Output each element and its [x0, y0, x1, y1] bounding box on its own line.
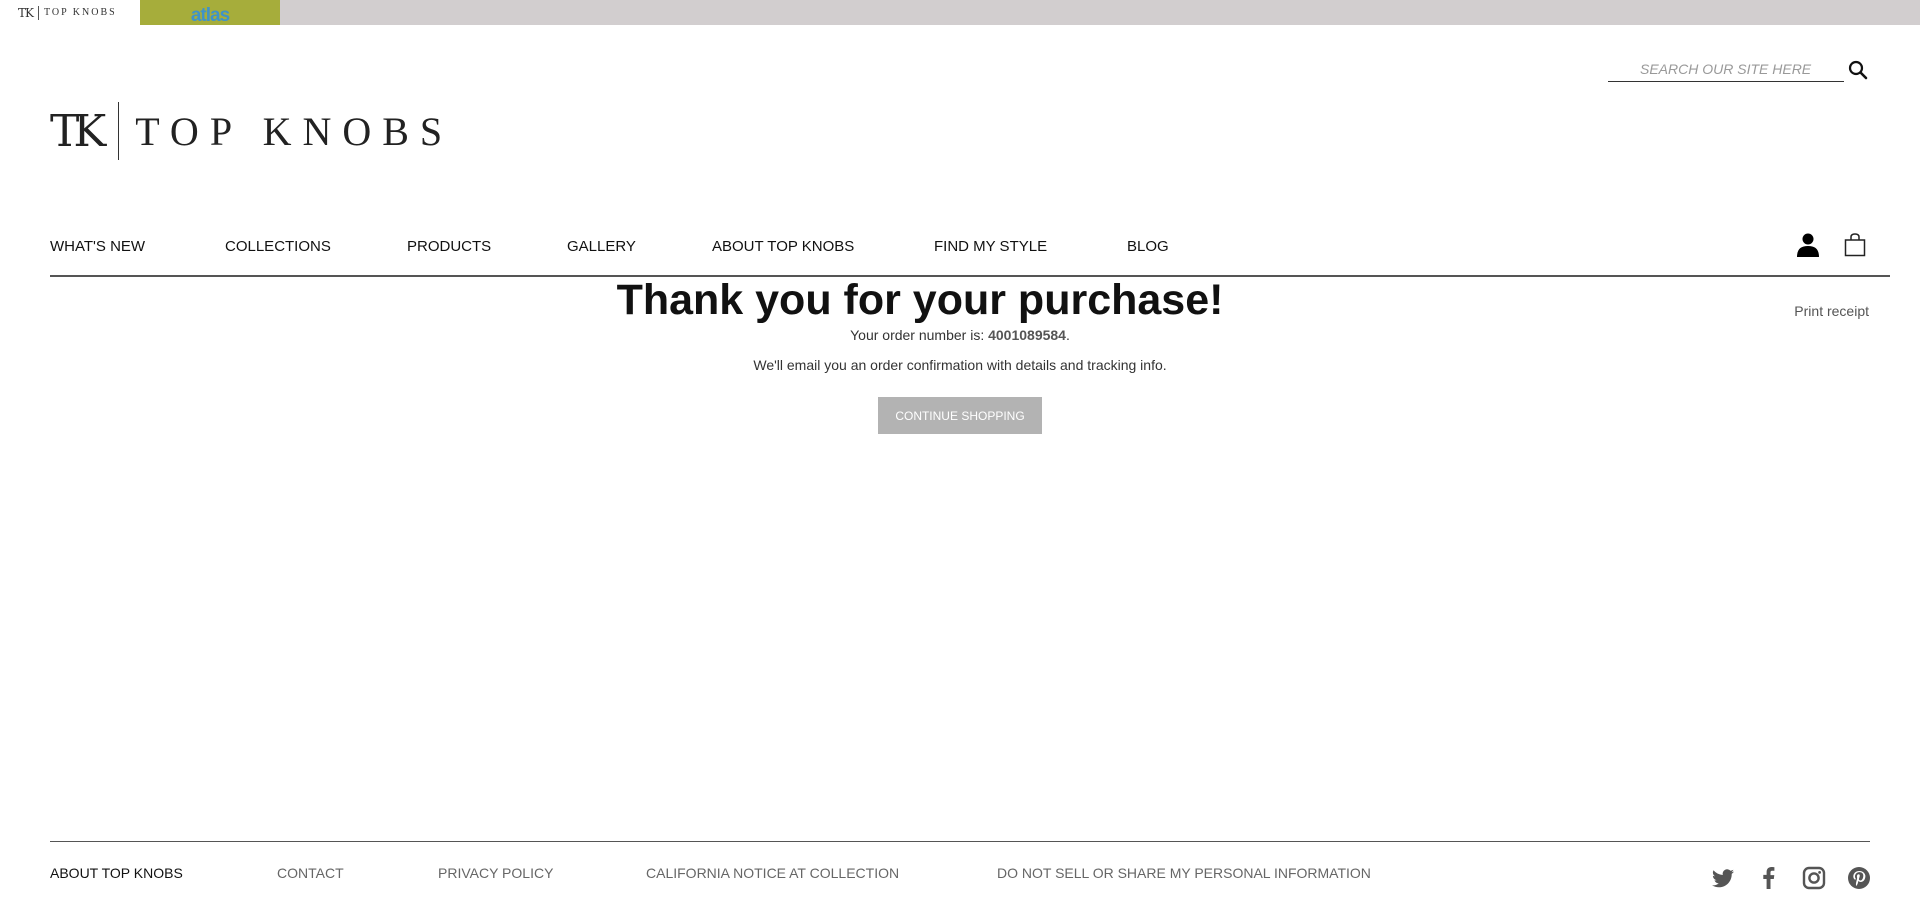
site-logo[interactable]: TK TOP KNOBS: [50, 102, 453, 160]
footer-link-california-notice[interactable]: CALIFORNIA NOTICE AT COLLECTION: [646, 865, 899, 881]
atlas-wordmark: atlas: [190, 5, 230, 26]
topknobs-strip-wordmark: TOP KNOBS: [43, 7, 117, 18]
pinterest-icon[interactable]: [1847, 866, 1871, 890]
nav-item-gallery[interactable]: GALLERY: [567, 238, 636, 255]
footer-link-privacy[interactable]: PRIVACY POLICY: [438, 865, 553, 881]
order-number-line: Your order number is: 4001089584.: [0, 327, 1920, 343]
topknobs-strip-monogram: TK: [18, 5, 34, 20]
instagram-icon[interactable]: [1802, 866, 1826, 890]
continue-shopping-button[interactable]: CONTINUE SHOPPING: [878, 397, 1042, 434]
footer-link-contact[interactable]: CONTACT: [277, 865, 344, 881]
atlas-brand-tab[interactable]: atlas: [140, 0, 280, 25]
shopping-bag-icon[interactable]: [1844, 233, 1866, 257]
nav-item-about[interactable]: ABOUT TOP KNOBS: [712, 238, 854, 255]
print-receipt-link[interactable]: Print receipt: [1794, 303, 1869, 319]
twitter-icon[interactable]: [1711, 866, 1735, 890]
search-input[interactable]: [1608, 56, 1844, 81]
order-number: 4001089584: [988, 327, 1066, 343]
nav-item-collections[interactable]: COLLECTIONS: [225, 238, 331, 255]
nav-item-find-my-style[interactable]: FIND MY STYLE: [934, 238, 1047, 255]
email-confirmation-message: We'll email you an order confirmation wi…: [753, 357, 1167, 373]
brand-strip: TK TOP KNOBS atlas: [0, 0, 1920, 25]
account-icon[interactable]: [1796, 232, 1820, 258]
logo-divider: [118, 102, 120, 160]
nav-item-products[interactable]: PRODUCTS: [407, 238, 491, 255]
logo-wordmark: TOP KNOBS: [135, 108, 454, 154]
order-number-suffix: .: [1065, 327, 1070, 343]
footer-link-do-not-sell[interactable]: DO NOT SELL OR SHARE MY PERSONAL INFORMA…: [997, 865, 1371, 881]
logo-divider: [37, 5, 39, 20]
page-title: Thank you for your purchase!: [616, 276, 1224, 324]
order-number-prefix: Your order number is:: [850, 327, 989, 343]
nav-item-blog[interactable]: BLOG: [1127, 238, 1169, 255]
topknobs-brand-tab[interactable]: TK TOP KNOBS: [0, 0, 140, 25]
footer-divider: [50, 841, 1870, 842]
search-field: [1608, 56, 1844, 82]
facebook-icon[interactable]: [1757, 866, 1781, 890]
logo-monogram: TK: [50, 105, 106, 157]
nav-item-whats-new[interactable]: WHAT'S NEW: [50, 238, 145, 255]
footer-link-about[interactable]: ABOUT TOP KNOBS: [50, 865, 183, 881]
search-icon[interactable]: [1848, 60, 1868, 80]
